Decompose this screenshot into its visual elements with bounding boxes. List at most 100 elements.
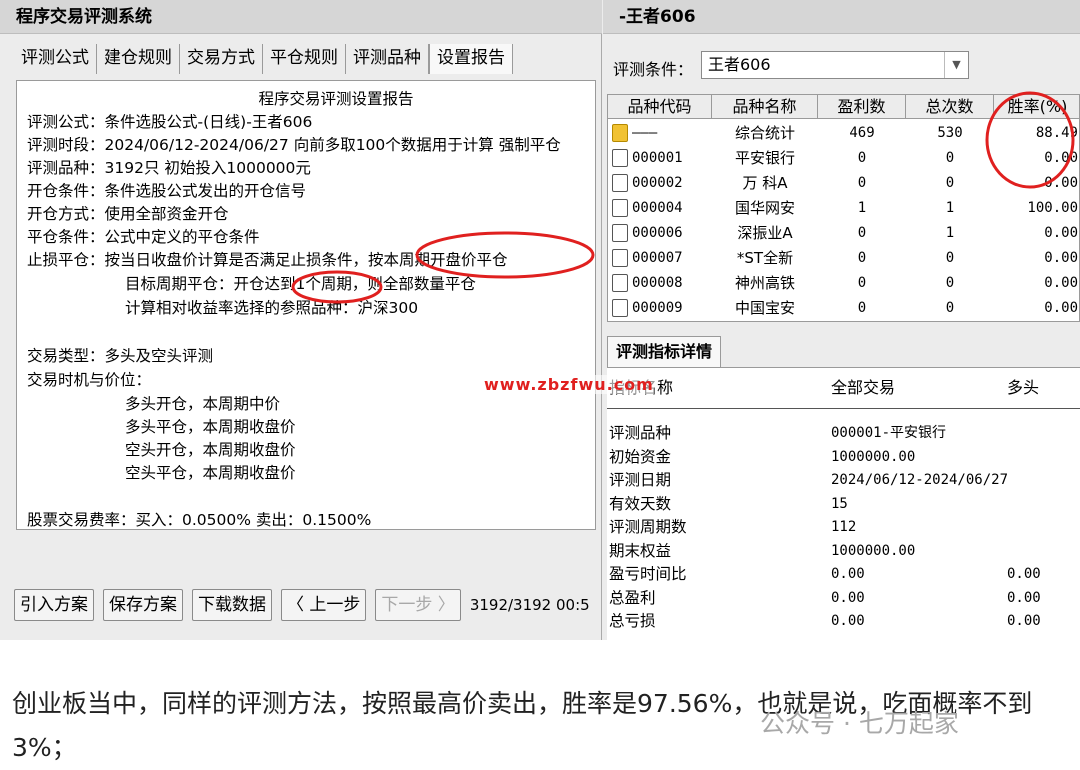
cell-code: 000008	[612, 271, 712, 296]
folder-icon	[612, 249, 628, 267]
code-text: ———	[632, 125, 658, 141]
report-line: 股票交易费率：买入：0.0500% 卖出：0.1500%	[27, 511, 372, 529]
table-row[interactable]: 000004 国华网安 1 1 100.00	[608, 196, 1079, 221]
account-mark: 公众号 · 七万起家	[760, 709, 959, 738]
chevron-down-icon[interactable]: ▼	[944, 52, 968, 78]
folder-icon	[612, 299, 628, 317]
detail-row: 评测日期 2024/06/12-2024/06/27	[607, 469, 1080, 492]
tab-indicator-detail[interactable]: 评测指标详情	[607, 336, 722, 368]
right-title-bar: -王者606	[603, 0, 1080, 34]
cell-profit: 0	[857, 250, 867, 266]
right-panel: -王者606 评测条件： 王者606 ▼ 品种代码 品种名称 盈利数 总次数 胜…	[603, 0, 1080, 640]
table-row[interactable]: 000009 中国宝安 0 0 0.00	[608, 296, 1079, 321]
results-table: 品种代码 品种名称 盈利数 总次数 胜率(%) ——— 综合统计 469 530 88.…	[607, 94, 1080, 322]
col-profit[interactable]: 盈利数	[818, 95, 906, 119]
report-title: 程序交易评测设置报告	[258, 90, 414, 108]
report-line: 空头开仓，本周期收盘价	[125, 441, 296, 459]
detail-all: 112	[831, 519, 857, 535]
settings-report: 程序交易评测设置报告 评测公式：条件选股公式-(日线)-王者606 评测时段：2…	[16, 80, 596, 530]
cell-winrate: 0.00	[1044, 275, 1078, 291]
col-code[interactable]: 品种代码	[608, 95, 712, 119]
table-row[interactable]: 000006 深振业A 0 1 0.00	[608, 221, 1079, 246]
detail-all: 0.00	[831, 613, 865, 629]
detail-row: 盈亏时间比 0.00 0.00	[607, 563, 1080, 586]
detail-metric: 盈亏时间比	[609, 565, 687, 583]
cell-winrate: 0.00	[1044, 225, 1078, 241]
detail-all: 15	[831, 495, 848, 512]
detail-metric: 评测周期数	[609, 518, 687, 536]
report-line: 平仓条件：公式中定义的平仓条件	[27, 228, 260, 246]
cell-name: 神州高铁	[734, 274, 795, 292]
table-row[interactable]: ——— 综合统计 469 530 88.49	[608, 121, 1079, 146]
cell-profit: 0	[857, 275, 867, 291]
condition-select[interactable]: 王者606 ▼	[701, 51, 969, 79]
detail-row: 期末权益 1000000.00	[607, 540, 1080, 563]
cell-code: 000009	[612, 296, 712, 321]
cell-total: 0	[945, 275, 955, 291]
cell-name: 综合统计	[734, 124, 795, 142]
cell-total: 1	[945, 200, 955, 216]
cell-profit: 0	[857, 300, 867, 316]
tab-open-rules[interactable]: 建仓规则	[97, 44, 180, 74]
code-text: 000007	[632, 250, 683, 266]
tab-instruments[interactable]: 评测品种	[346, 44, 429, 74]
watermark: www.zbzfwu.com	[484, 375, 654, 394]
cell-total: 1	[945, 225, 955, 241]
detail-metric: 初始资金	[609, 447, 672, 466]
cell-winrate: 0.00	[1044, 250, 1078, 266]
folder-icon	[612, 124, 628, 142]
table-row[interactable]: 000001 平安银行 0 0 0.00	[608, 146, 1079, 171]
tab-formula[interactable]: 评测公式	[14, 44, 97, 74]
col-winrate[interactable]: 胜率(%)	[994, 95, 1079, 119]
detail-long: 0.00	[1007, 589, 1041, 606]
cell-total: 0	[945, 300, 955, 316]
cell-total: 0	[945, 175, 955, 191]
col-total[interactable]: 总次数	[906, 95, 994, 119]
code-text: 000006	[632, 225, 683, 241]
next-step-button[interactable]: 下一步 〉	[375, 589, 461, 621]
left-panel: 程序交易评测系统 评测公式 建仓规则 交易方式 平仓规则 评测品种 设置报告 程…	[0, 0, 602, 640]
cell-name: 深振业A	[737, 224, 793, 242]
cell-profit: 0	[857, 175, 867, 191]
detail-row: 评测周期数 112	[607, 516, 1080, 539]
cell-winrate: 88.49	[1035, 125, 1078, 141]
detail-all: 000001-平安银行	[831, 425, 947, 441]
code-text: 000001	[632, 150, 683, 166]
detail-metric: 评测日期	[609, 471, 672, 489]
cell-winrate: 0.00	[1044, 300, 1078, 316]
import-plan-button[interactable]: 引入方案	[14, 589, 94, 621]
tab-trade-mode[interactable]: 交易方式	[180, 44, 263, 74]
cell-name: 平安银行	[734, 149, 795, 167]
cell-code: 000004	[612, 196, 712, 221]
cell-code: 000001	[612, 146, 712, 171]
report-line: 空头平仓，本周期收盘价	[125, 464, 296, 482]
cell-winrate: 100.00	[1027, 200, 1078, 216]
screenshot-region: 程序交易评测系统 评测公式 建仓规则 交易方式 平仓规则 评测品种 设置报告 程…	[0, 0, 1080, 640]
tab-close-rules[interactable]: 平仓规则	[263, 44, 346, 74]
prev-step-button[interactable]: 〈 上一步	[281, 589, 367, 621]
detail-long: 0.00	[1007, 566, 1041, 582]
download-data-button[interactable]: 下载数据	[192, 589, 272, 621]
detail-header-long: 多头	[1007, 378, 1040, 397]
save-plan-button[interactable]: 保存方案	[103, 589, 183, 621]
cell-profit: 1	[857, 200, 867, 216]
detail-all: 0.00	[831, 589, 865, 606]
cell-code: 000002	[612, 171, 712, 196]
code-text: 000004	[632, 200, 683, 216]
table-row[interactable]: 000008 神州高铁 0 0 0.00	[608, 271, 1079, 296]
report-line: 止损平仓：按当日收盘价计算是否满足止损条件，按本周期开盘价平仓	[27, 251, 508, 269]
detail-header-all: 全部交易	[831, 378, 896, 397]
cell-name: 中国宝安	[734, 299, 795, 317]
detail-all: 1000000.00	[831, 448, 916, 465]
table-row[interactable]: 000007 *ST全新 0 0 0.00	[608, 246, 1079, 271]
detail-all: 0.00	[831, 566, 865, 582]
detail-row: 总亏损 0.00 0.00	[607, 610, 1080, 633]
detail-long: 0.00	[1007, 613, 1041, 629]
code-text: 000008	[632, 275, 683, 291]
detail-all: 1000000.00	[831, 542, 916, 559]
table-row[interactable]: 000002 万 科A 0 0 0.00	[608, 171, 1079, 196]
report-line: 多头开仓，本周期中价	[125, 395, 281, 413]
cell-profit: 469	[849, 125, 875, 141]
tab-settings-report[interactable]: 设置报告	[429, 44, 513, 74]
col-name[interactable]: 品种名称	[712, 95, 818, 119]
